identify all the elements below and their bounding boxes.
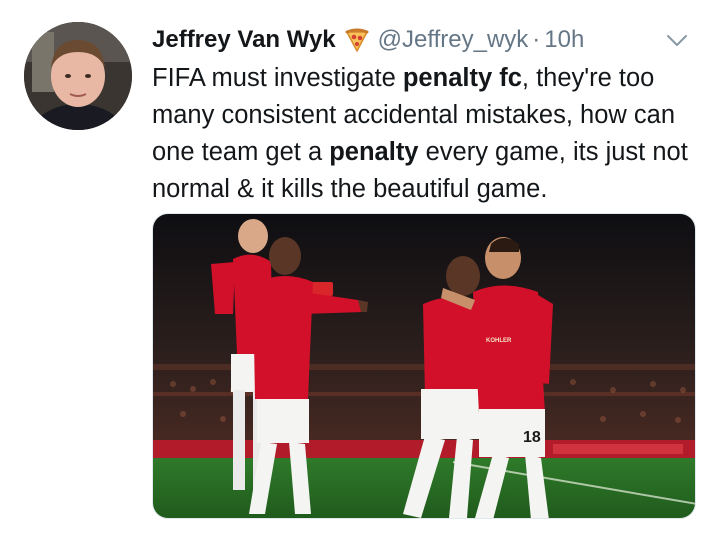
pizza-icon [344,27,370,53]
user-handle[interactable]: @Jeffrey_wyk [378,26,529,54]
sponsor-text: KOHLER [486,338,512,344]
timestamp[interactable]: 10h [544,26,584,54]
tweet-photo[interactable]: 18 KOHLER [152,213,696,519]
chevron-down-icon[interactable] [664,28,690,54]
text-segment: FIFA must investigate [152,64,403,92]
dot-separator: · [532,26,541,53]
tweet-header: Jeffrey Van Wyk @Jeffrey_wyk · 10h [152,22,700,58]
bold-text-segment: penalty [329,138,419,166]
tweet-text: FIFA must investigate penalty fc, they'r… [152,60,704,208]
avatar[interactable] [24,22,132,130]
bold-text-segment: penalty fc [402,64,522,92]
display-name[interactable]: Jeffrey Van Wyk [152,26,336,54]
shirt-number: 18 [523,429,541,446]
